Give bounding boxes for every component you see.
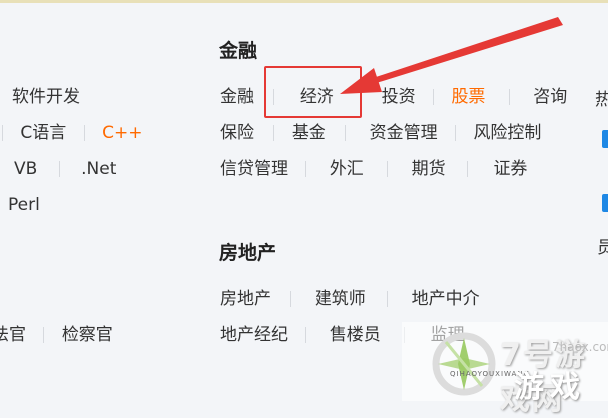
watermark-url: 7haox.com	[552, 340, 608, 354]
watermark-game-text: 游戏	[514, 370, 586, 405]
watermark-logo-icon	[432, 332, 496, 396]
site-watermark: 7号游戏网 7haox.com QIHAOYOUXIWANG 游戏	[402, 322, 608, 417]
